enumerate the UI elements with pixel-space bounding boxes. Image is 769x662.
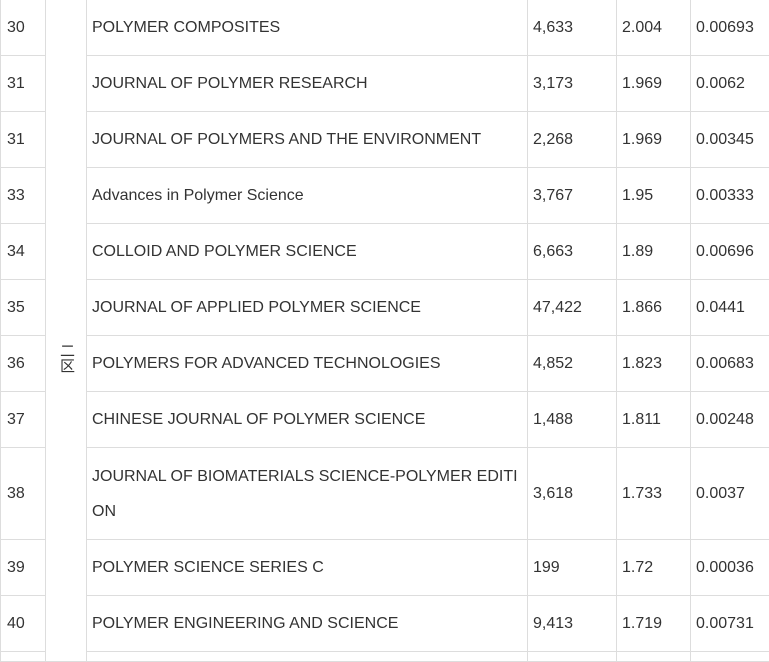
zone-label: 二区	[49, 343, 83, 373]
impact-factor-cell: 2.004	[617, 0, 691, 56]
journal-title-cell: POLYMER SCIENCE SERIES C	[87, 540, 528, 596]
total-cites-cell: 199	[528, 540, 617, 596]
rank-cell: 30	[1, 0, 46, 56]
impact-factor-cell: 1.72	[617, 540, 691, 596]
rank-cell: 38	[1, 448, 46, 540]
rank-cell: 34	[1, 224, 46, 280]
total-cites-cell: 47,422	[528, 280, 617, 336]
eigenfactor-cell: 0.0441	[691, 280, 769, 336]
journal-title-cell: POLYMER ENGINEERING AND SCIENCE	[87, 596, 528, 652]
zone-cell: 二区	[46, 0, 87, 662]
rank-cell: 40	[1, 596, 46, 652]
journal-title-cell: CHINESE JOURNAL OF POLYMER SCIENCE	[87, 392, 528, 448]
journal-title-cell: POLYMERS FOR ADVANCED TECHNOLOGIES	[87, 336, 528, 392]
journal-ranking-table: 30 二区 POLYMER COMPOSITES 4,633 2.004 0.0…	[0, 0, 769, 662]
total-cites-cell: 4,852	[528, 336, 617, 392]
rank-cell: 31	[1, 112, 46, 168]
eigenfactor-cell: 0.0062	[691, 56, 769, 112]
journal-title-cell: JOURNAL OF APPLIED POLYMER SCIENCE	[87, 280, 528, 336]
eigenfactor-cell: 0.00683	[691, 336, 769, 392]
table-row: 39 POLYMER SCIENCE SERIES C 199 1.72 0.0…	[1, 540, 769, 596]
eigenfactor-cell: 0.00731	[691, 596, 769, 652]
table-row: 37 CHINESE JOURNAL OF POLYMER SCIENCE 1,…	[1, 392, 769, 448]
impact-factor-cell: 1.95	[617, 168, 691, 224]
eigenfactor-cell: 0.00696	[691, 224, 769, 280]
impact-factor-cell: 1.969	[617, 112, 691, 168]
impact-factor-cell: 1.733	[617, 448, 691, 540]
table-row: 31 JOURNAL OF POLYMER RESEARCH 3,173 1.9…	[1, 56, 769, 112]
total-cites-cell: 1,488	[528, 392, 617, 448]
table-row: 38 JOURNAL OF BIOMATERIALS SCIENCE-POLYM…	[1, 448, 769, 540]
table-body: 30 二区 POLYMER COMPOSITES 4,633 2.004 0.0…	[1, 0, 769, 662]
total-cites-cell: 9,413	[528, 596, 617, 652]
eigenfactor-cell: 0.00345	[691, 112, 769, 168]
table-row: 35 JOURNAL OF APPLIED POLYMER SCIENCE 47…	[1, 280, 769, 336]
table-row: 33 Advances in Polymer Science 3,767 1.9…	[1, 168, 769, 224]
impact-factor-cell: 1.969	[617, 56, 691, 112]
total-cites-cell: 3,173	[528, 56, 617, 112]
total-cites-cell: 2,268	[528, 112, 617, 168]
impact-factor-cell: 1.866	[617, 280, 691, 336]
rank-cell: 39	[1, 540, 46, 596]
table-row: 30 二区 POLYMER COMPOSITES 4,633 2.004 0.0…	[1, 0, 769, 56]
rank-cell: 35	[1, 280, 46, 336]
journal-title-cell: JOURNAL OF BIOMATERIALS SCIENCE-POLYMER …	[87, 448, 528, 540]
table-row: 40 POLYMER ENGINEERING AND SCIENCE 9,413…	[1, 596, 769, 652]
table-row: 31 JOURNAL OF POLYMERS AND THE ENVIRONME…	[1, 112, 769, 168]
journal-title-text: JOURNAL OF BIOMATERIALS SCIENCE-POLYMER …	[92, 468, 518, 520]
table-row: 36 POLYMERS FOR ADVANCED TECHNOLOGIES 4,…	[1, 336, 769, 392]
impact-factor-cell: 1.823	[617, 336, 691, 392]
total-cites-cell: 4,633	[528, 0, 617, 56]
journal-title-cell: JOURNAL OF POLYMER RESEARCH	[87, 56, 528, 112]
journal-title-cell: COLLOID AND POLYMER SCIENCE	[87, 224, 528, 280]
journal-title-cell: JOURNAL OF POLYMERS AND THE ENVIRONMENT	[87, 112, 528, 168]
journal-title-cell: Advances in Polymer Science	[87, 168, 528, 224]
total-cites-cell: 3,618	[528, 448, 617, 540]
rank-cell: 37	[1, 392, 46, 448]
eigenfactor-cell: 0.00333	[691, 168, 769, 224]
journal-title-cell: POLYMER COMPOSITES	[87, 0, 528, 56]
impact-factor-cell: 1.719	[617, 596, 691, 652]
impact-factor-cell: 1.89	[617, 224, 691, 280]
rank-cell: 31	[1, 56, 46, 112]
impact-factor-cell: 1.811	[617, 392, 691, 448]
table-row: 34 COLLOID AND POLYMER SCIENCE 6,663 1.8…	[1, 224, 769, 280]
rank-cell: 33	[1, 168, 46, 224]
total-cites-cell: 3,767	[528, 168, 617, 224]
eigenfactor-cell: 0.00693	[691, 0, 769, 56]
eigenfactor-cell: 0.00036	[691, 540, 769, 596]
total-cites-cell: 6,663	[528, 224, 617, 280]
eigenfactor-cell: 0.00248	[691, 392, 769, 448]
rank-cell: 36	[1, 336, 46, 392]
eigenfactor-cell: 0.0037	[691, 448, 769, 540]
